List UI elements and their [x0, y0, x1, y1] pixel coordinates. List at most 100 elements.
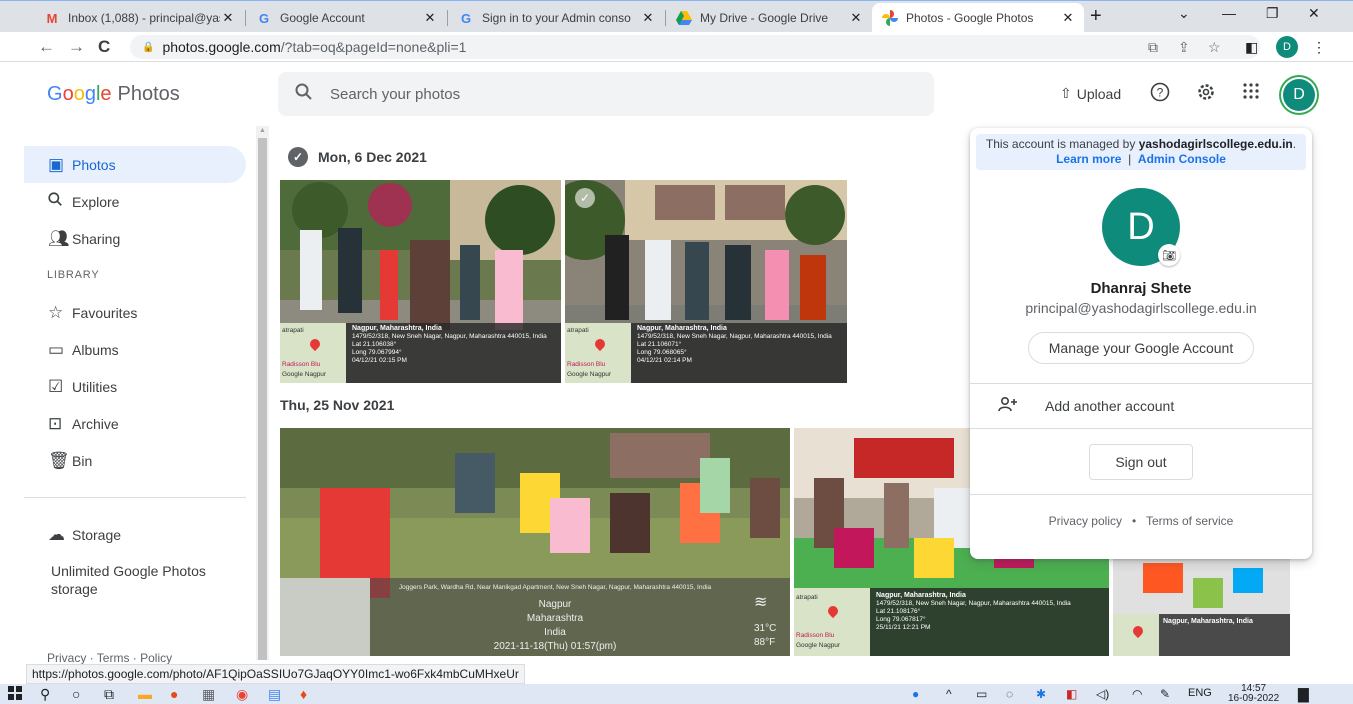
- back-button[interactable]: ←: [38, 37, 55, 57]
- pen-icon[interactable]: ✎: [1160, 687, 1170, 701]
- tab-google-account[interactable]: G Google Account ✕: [246, 3, 446, 33]
- sidebar-item-sharing[interactable]: 👥︎ Sharing: [24, 220, 246, 257]
- sidebar-item-utilities[interactable]: ☑ Utilities: [24, 368, 246, 405]
- sidebar-item-photos[interactable]: ▣ Photos: [24, 146, 246, 183]
- scroll-up-arrow-icon[interactable]: ▲: [259, 127, 266, 134]
- wifi-icon[interactable]: ◠: [1132, 687, 1142, 701]
- minimize-button[interactable]: —: [1222, 5, 1236, 21]
- sidebar-item-albums[interactable]: ▭ Albums: [24, 331, 246, 368]
- close-icon[interactable]: ✕: [422, 10, 438, 26]
- close-icon[interactable]: ✕: [220, 10, 236, 26]
- taskbar-clock[interactable]: 14:57 16-09-2022: [1228, 684, 1279, 704]
- select-date-check-icon[interactable]: ✓: [288, 147, 308, 167]
- notifications-icon[interactable]: ▇: [1298, 686, 1309, 703]
- geotag-text: Nagpur, Maharashtra, India 1479/52/318, …: [352, 325, 547, 364]
- popup-divider: [970, 494, 1312, 495]
- manage-account-button[interactable]: Manage your Google Account: [1028, 332, 1254, 364]
- admin-console-link[interactable]: Admin Console: [1138, 152, 1226, 166]
- account-avatar[interactable]: D: [1283, 79, 1315, 111]
- address-bar[interactable]: 🔒 photos.google.com/?tab=oq&pageId=none&…: [130, 35, 1260, 59]
- windows-start-icon[interactable]: [8, 686, 22, 703]
- photo-thumbnail[interactable]: Joggers Park, Wardha Rd, Near Manikgad A…: [280, 428, 790, 656]
- map-thumbnail: atrapati Radisson Blu Google Nagpur: [794, 588, 870, 656]
- task-view-icon[interactable]: ⧉: [104, 686, 114, 703]
- weather-icon: ≋: [754, 594, 768, 611]
- cortana-circle-icon[interactable]: ○: [72, 686, 80, 702]
- camera-icon[interactable]: 📷︎: [1158, 244, 1180, 266]
- browser-menu-icon[interactable]: ⋮: [1312, 39, 1326, 56]
- bluetooth-icon[interactable]: ✱: [1036, 687, 1046, 701]
- security-shield-icon[interactable]: ◧: [1066, 687, 1077, 701]
- help-icon[interactable]: ?: [1150, 82, 1170, 107]
- reload-button[interactable]: C: [98, 37, 110, 57]
- forward-button[interactable]: →: [68, 37, 85, 57]
- app-flame-icon[interactable]: ♦: [300, 686, 307, 702]
- sidebar-item-storage[interactable]: ☁︎ Storage: [24, 516, 246, 553]
- learn-more-link[interactable]: Learn more: [1056, 152, 1121, 166]
- terms-of-service-link[interactable]: Terms of service: [1146, 514, 1233, 528]
- temperature-text: 31°C 88°F: [754, 623, 777, 648]
- app-icon[interactable]: ▦: [202, 686, 215, 703]
- link-separator: |: [1128, 152, 1132, 166]
- photo-thumbnail[interactable]: ✓ atrapati Radisson Blu Google Nagpur Na…: [565, 180, 847, 383]
- file-explorer-icon[interactable]: ▬: [138, 686, 152, 702]
- close-icon[interactable]: ✕: [1060, 10, 1076, 26]
- map-pin-icon: [825, 603, 841, 619]
- close-icon[interactable]: ✕: [848, 10, 864, 26]
- privacy-policy-link[interactable]: Privacy policy: [1049, 514, 1122, 528]
- new-tab-button[interactable]: +: [1090, 5, 1102, 28]
- sidebar-item-favourites[interactable]: ☆ Favourites: [24, 294, 246, 331]
- popup-divider: [970, 428, 1312, 429]
- chrome-icon[interactable]: ◉: [236, 686, 248, 703]
- geotag-text: Nagpur, Maharashtra, India 1479/52/318, …: [876, 592, 1071, 631]
- search-icon[interactable]: [278, 83, 330, 106]
- bookmark-star-icon[interactable]: ☆: [1208, 39, 1221, 56]
- library-heading: LIBRARY: [47, 269, 100, 281]
- browser-profile-avatar[interactable]: D: [1276, 36, 1298, 58]
- volume-icon[interactable]: ◁): [1096, 687, 1109, 701]
- tab-google-photos[interactable]: Photos - Google Photos ✕: [872, 3, 1084, 33]
- sidebar: ▣ Photos Explore 👥︎ Sharing LIBRARY ☆ Fa…: [0, 126, 270, 665]
- add-person-icon: [970, 396, 1045, 416]
- sidebar-item-explore[interactable]: Explore: [24, 183, 246, 220]
- map-pin-icon: [592, 336, 608, 352]
- upload-button[interactable]: ⇧ Upload: [1060, 85, 1121, 102]
- account-popup: This account is managed by yashodagirlsc…: [970, 128, 1312, 559]
- network-icon[interactable]: ▭: [976, 687, 987, 701]
- restore-button[interactable]: ❐: [1266, 5, 1279, 22]
- add-another-account-button[interactable]: Add another account: [970, 384, 1312, 428]
- star-icon: ☆: [48, 302, 64, 322]
- upload-icon: ⇧: [1060, 85, 1072, 101]
- photo-thumbnail[interactable]: atrapati Radisson Blu Google Nagpur Nagp…: [280, 180, 561, 383]
- search-input[interactable]: [330, 85, 890, 103]
- word-icon[interactable]: ▤: [268, 686, 281, 703]
- help-tray-icon[interactable]: ●: [912, 687, 919, 701]
- google-g-icon: G: [258, 10, 270, 26]
- side-panel-icon[interactable]: ◧: [1245, 39, 1258, 56]
- close-window-button[interactable]: ✕: [1308, 5, 1320, 22]
- google-photos-logo[interactable]: Google Photos: [47, 83, 180, 106]
- search-icon[interactable]: ⚲: [40, 686, 50, 703]
- apps-grid-icon[interactable]: [1242, 82, 1260, 105]
- install-app-icon[interactable]: ⧉: [1148, 39, 1158, 56]
- select-photo-check-icon[interactable]: ✓: [575, 188, 595, 208]
- scrollbar-thumb[interactable]: [258, 138, 267, 660]
- share-icon[interactable]: ⇪: [1178, 39, 1190, 56]
- sidebar-scrollbar[interactable]: ▲: [256, 126, 269, 660]
- tab-gmail[interactable]: M Inbox (1,088) - principal@yas ✕: [34, 3, 244, 33]
- close-icon[interactable]: ✕: [640, 10, 656, 26]
- show-hidden-icons-chevron-icon[interactable]: ^: [946, 687, 952, 701]
- sidebar-item-archive[interactable]: ⊡ Archive: [24, 405, 246, 442]
- geotag-overlay: atrapati Radisson Blu Google Nagpur Nagp…: [794, 588, 1109, 656]
- firefox-icon[interactable]: ●: [170, 686, 178, 702]
- tab-search-chevron-icon[interactable]: ⌄: [1178, 5, 1190, 22]
- settings-gear-icon[interactable]: [1196, 82, 1216, 107]
- sidebar-footer-links[interactable]: Privacy · Terms · Policy: [47, 651, 172, 665]
- sign-out-button[interactable]: Sign out: [1089, 444, 1193, 480]
- onedrive-icon[interactable]: ◌: [1006, 687, 1013, 701]
- gps-location-text: Nagpur Maharashtra India 2021-11-18(Thu)…: [493, 599, 617, 652]
- tab-google-drive[interactable]: My Drive - Google Drive ✕: [666, 3, 872, 33]
- sidebar-item-bin[interactable]: 🗑︎ Bin: [24, 442, 246, 479]
- tab-admin-console[interactable]: G Sign in to your Admin conso ✕: [448, 3, 664, 33]
- language-indicator[interactable]: ENG: [1188, 687, 1212, 699]
